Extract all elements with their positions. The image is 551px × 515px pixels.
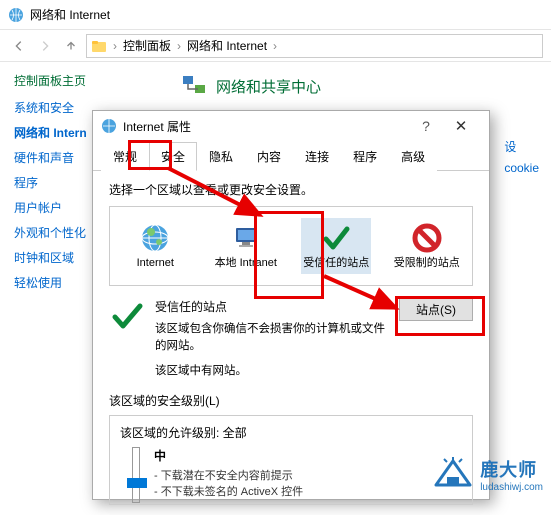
globe-icon — [139, 222, 171, 254]
right-link-1[interactable]: cookie — [504, 161, 539, 175]
cp-sidebar: 控制面板主页 系统和安全 网络和 Intern 硬件和声音 程序 用户帐户 外观… — [0, 62, 100, 309]
cp-right-links: 设 cookie — [504, 138, 539, 181]
slider-row: 中 - 下载潜在不安全内容前提示 - 不下载未签名的 ActiveX 控件 — [120, 447, 462, 503]
cp-heading-text[interactable]: 网络和共享中心 — [216, 76, 321, 97]
computer-icon — [230, 222, 262, 254]
sidebar-link-2[interactable]: 硬件和声音 — [14, 149, 100, 166]
zone-internet[interactable]: Internet — [120, 218, 190, 274]
zone-trusted[interactable]: 受信任的站点 — [301, 218, 371, 274]
network-icon — [8, 7, 24, 23]
dialog-titlebar[interactable]: Internet 属性 ? ✕ — [93, 111, 489, 141]
sidebar-link-3[interactable]: 程序 — [14, 174, 100, 191]
level-info: 中 - 下载潜在不安全内容前提示 - 不下载未签名的 ActiveX 控件 — [154, 447, 462, 501]
zone-label: 受信任的站点 — [303, 257, 369, 270]
prohibited-icon — [411, 222, 443, 254]
tab-connections[interactable]: 连接 — [293, 142, 341, 171]
trusted-checkmark-icon — [109, 298, 145, 334]
dialog-content: 选择一个区域以查看或更改安全设置。 Internet 本地 Intranet 受… — [93, 171, 489, 515]
level-allow: 该区域的允许级别: 全部 — [120, 424, 462, 441]
zone-label: 受限制的站点 — [394, 257, 460, 270]
tab-content[interactable]: 内容 — [245, 142, 293, 171]
cp-title: 网络和 Internet — [30, 6, 110, 23]
crumb-sep: › — [111, 39, 119, 53]
level-box: 该区域的允许级别: 全部 中 - 下载潜在不安全内容前提示 - 不下载未签名的 … — [109, 415, 473, 505]
trusted-section: 受信任的站点 该区域包含你确信不会损害你的计算机或文件的网站。 该区域中有网站。… — [109, 298, 473, 378]
dialog-close-button[interactable]: ✕ — [441, 117, 481, 135]
level-bullet-1: - 不下载未签名的 ActiveX 控件 — [154, 484, 462, 501]
internet-properties-dialog: Internet 属性 ? ✕ 常规 安全 隐私 内容 连接 程序 高级 选择一… — [92, 110, 490, 500]
checkmark-icon — [320, 222, 352, 254]
nav-back-button[interactable] — [8, 35, 30, 57]
dialog-help-button[interactable]: ? — [411, 118, 441, 134]
dialog-title: Internet 属性 — [123, 118, 411, 135]
tab-privacy[interactable]: 隐私 — [197, 142, 245, 171]
zone-label: 本地 Intranet — [215, 257, 277, 270]
right-link-0[interactable]: 设 — [504, 138, 539, 155]
sidebar-link-4[interactable]: 用户帐户 — [14, 199, 100, 216]
dialog-tabs: 常规 安全 隐私 内容 连接 程序 高级 — [93, 141, 489, 171]
sidebar-link-6[interactable]: 时钟和区域 — [14, 249, 100, 266]
nav-forward-button[interactable] — [34, 35, 56, 57]
tab-security[interactable]: 安全 — [149, 142, 197, 171]
sidebar-link-0[interactable]: 系统和安全 — [14, 99, 100, 116]
zone-prompt: 选择一个区域以查看或更改安全设置。 — [109, 181, 473, 198]
level-name: 中 — [154, 447, 462, 464]
crumb-sep: › — [175, 39, 183, 53]
tab-programs[interactable]: 程序 — [341, 142, 389, 171]
cp-titlebar: 网络和 Internet — [0, 0, 551, 30]
tab-general[interactable]: 常规 — [101, 142, 149, 171]
trusted-title: 受信任的站点 — [155, 298, 389, 315]
level-title: 该区域的安全级别(L) — [109, 392, 473, 409]
trusted-sub: 该区域中有网站。 — [155, 362, 389, 378]
sites-button-wrap: 站点(S) — [399, 298, 473, 378]
nav-up-button[interactable] — [60, 35, 82, 57]
trusted-text: 受信任的站点 该区域包含你确信不会损害你的计算机或文件的网站。 该区域中有网站。 — [155, 298, 389, 378]
zone-intranet[interactable]: 本地 Intranet — [211, 218, 281, 274]
cp-home-link[interactable]: 控制面板主页 — [14, 72, 100, 89]
sites-button[interactable]: 站点(S) — [399, 298, 473, 321]
security-level-slider[interactable] — [132, 447, 140, 503]
slider-thumb[interactable] — [127, 478, 147, 488]
zone-label: Internet — [137, 257, 174, 270]
crumb-1[interactable]: 控制面板 — [123, 37, 171, 54]
cp-heading: 网络和共享中心 — [180, 72, 551, 100]
sidebar-link-7[interactable]: 轻松使用 — [14, 274, 100, 291]
zones-list: Internet 本地 Intranet 受信任的站点 受限制的站点 — [109, 206, 473, 286]
crumb-sep: › — [271, 39, 279, 53]
trusted-desc: 该区域包含你确信不会损害你的计算机或文件的网站。 — [155, 321, 389, 356]
network-center-icon — [180, 72, 208, 100]
cp-address-bar: › 控制面板 › 网络和 Internet › — [0, 30, 551, 62]
security-level-section: 该区域的安全级别(L) 该区域的允许级别: 全部 中 - 下载潜在不安全内容前提… — [109, 392, 473, 505]
sidebar-link-5[interactable]: 外观和个性化 — [14, 224, 100, 241]
tab-advanced[interactable]: 高级 — [389, 142, 437, 171]
sidebar-link-1[interactable]: 网络和 Intern — [14, 124, 100, 141]
breadcrumb[interactable]: › 控制面板 › 网络和 Internet › — [86, 34, 543, 58]
level-bullet-0: - 下载潜在不安全内容前提示 — [154, 468, 462, 485]
folder-icon — [91, 38, 107, 54]
zone-restricted[interactable]: 受限制的站点 — [392, 218, 462, 274]
crumb-2[interactable]: 网络和 Internet — [187, 37, 267, 54]
internet-options-icon — [101, 118, 117, 134]
